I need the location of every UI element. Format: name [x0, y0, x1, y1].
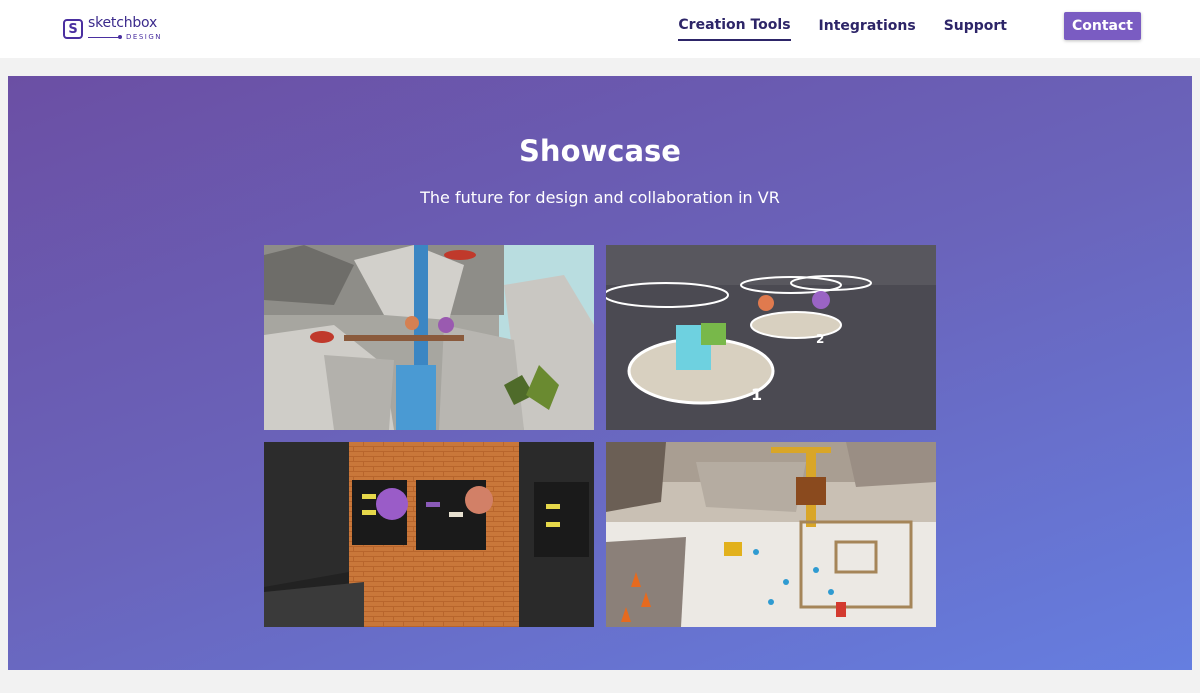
top-navigation-bar: S sketchbox DESIGN Creation Tools Integr… — [0, 0, 1200, 58]
rock-island-illustration — [264, 245, 594, 430]
nav-link-creation-tools[interactable]: Creation Tools — [678, 17, 791, 41]
showcase-image-rock-island[interactable] — [264, 245, 594, 430]
nav-link-integrations[interactable]: Integrations — [819, 18, 916, 40]
logo-mark-icon: S — [63, 19, 83, 39]
sketchbox-logo[interactable]: S sketchbox DESIGN — [63, 16, 162, 41]
logo-word: sketchbox — [88, 15, 158, 31]
page-subtitle: The future for design and collaboration … — [420, 188, 780, 207]
logo-subtitle: DESIGN — [126, 33, 162, 41]
nav-link-support[interactable]: Support — [944, 18, 1007, 40]
showcase-hero: Showcase The future for design and colla… — [8, 76, 1192, 670]
main-nav: Creation Tools Integrations Support — [678, 17, 1035, 41]
contact-button[interactable]: Contact — [1064, 12, 1141, 40]
logo-pencil-line — [88, 34, 122, 39]
page-title: Showcase — [519, 134, 681, 168]
stage-platforms-illustration: 1 2 — [606, 245, 936, 430]
showcase-image-construction-site[interactable] — [606, 442, 936, 627]
showcase-image-stage-platforms[interactable]: 1 2 — [606, 245, 936, 430]
step-number-1: 1 — [751, 385, 762, 404]
showcase-image-brick-wall-store[interactable] — [264, 442, 594, 627]
construction-site-illustration — [606, 442, 936, 627]
brick-wall-store-illustration — [264, 442, 594, 627]
step-number-2: 2 — [816, 332, 824, 346]
logo-wordmark: sketchbox DESIGN — [88, 16, 162, 41]
